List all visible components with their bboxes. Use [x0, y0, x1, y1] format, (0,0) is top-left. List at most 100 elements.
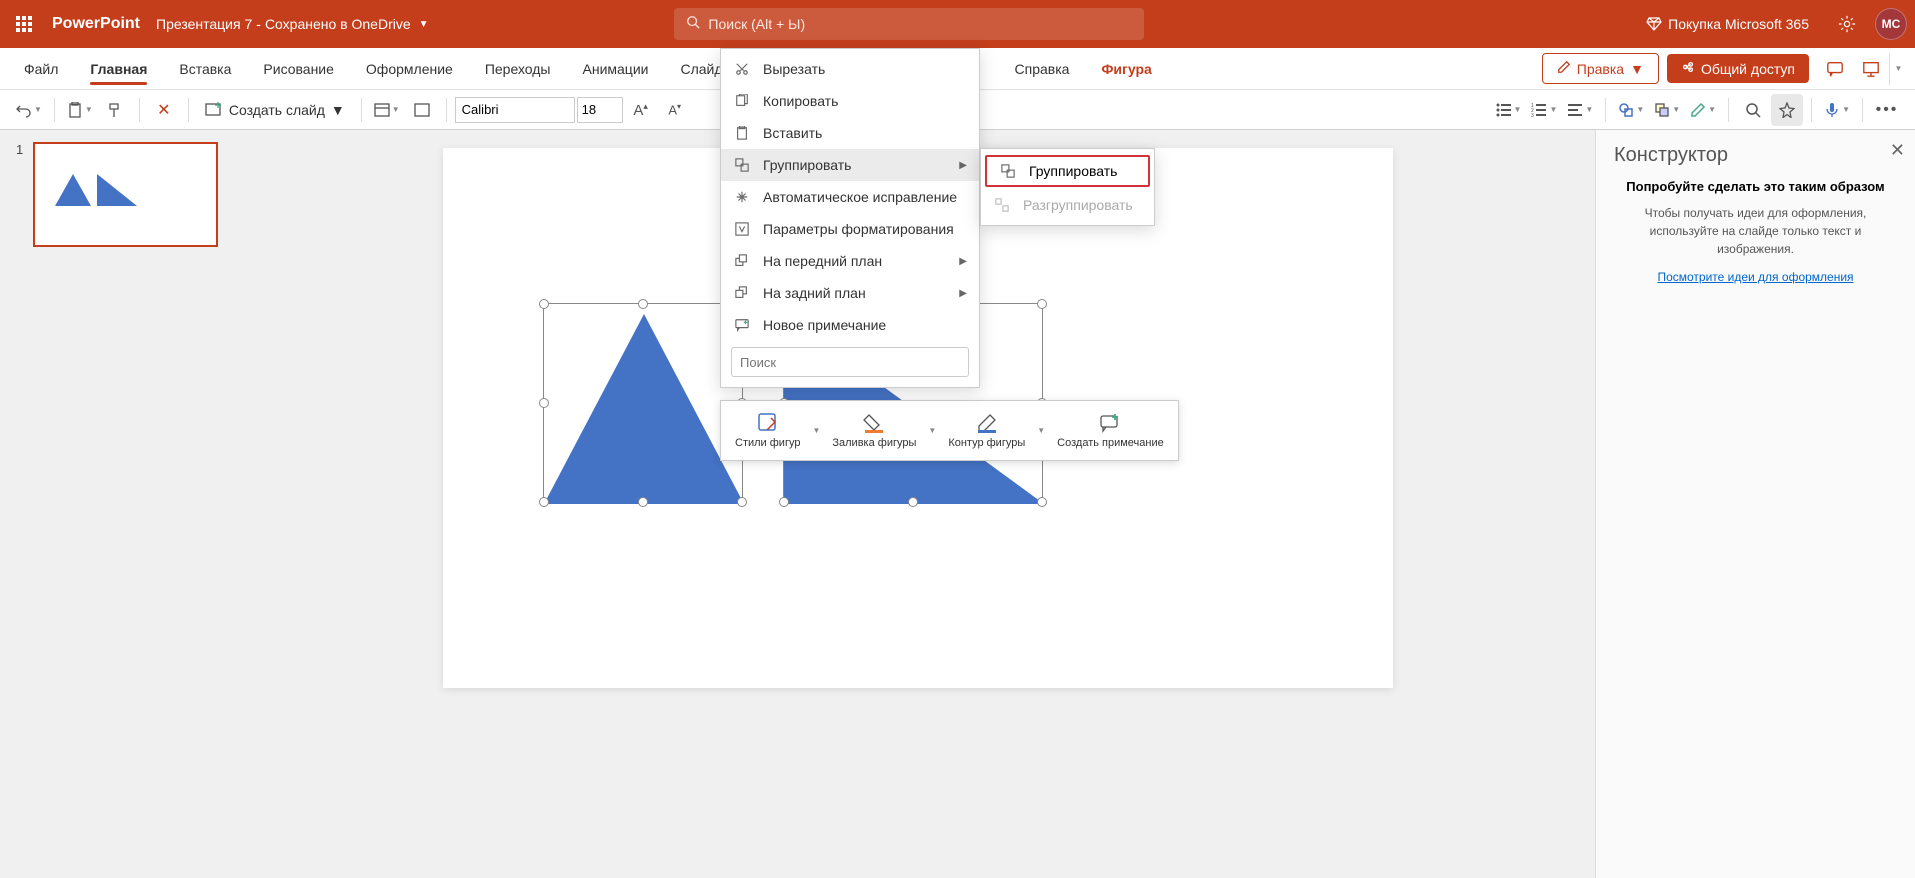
increase-font-button[interactable]: A▴: [625, 94, 657, 126]
tab-insert[interactable]: Вставка: [163, 51, 247, 87]
align-button[interactable]: ▼: [1563, 94, 1597, 126]
menu-new-comment-label: Новое примечание: [763, 317, 886, 333]
find-button[interactable]: [1737, 94, 1769, 126]
close-icon[interactable]: ✕: [1890, 140, 1905, 161]
edit-mode-button[interactable]: Правка ▼: [1542, 53, 1659, 84]
designer-title: Конструктор: [1614, 144, 1897, 167]
arrange-button[interactable]: ▼: [1650, 94, 1684, 126]
resize-handle[interactable]: [1037, 497, 1047, 507]
mini-new-comment[interactable]: Создать примечание: [1049, 407, 1172, 454]
comments-button[interactable]: [1817, 53, 1853, 85]
thumb-right-triangle-icon: [97, 174, 137, 206]
menu-autocorrect-label: Автоматическое исправление: [763, 189, 957, 205]
settings-icon[interactable]: [1831, 8, 1863, 40]
chevron-right-icon: ▶: [959, 160, 967, 171]
menu-bring-front[interactable]: На передний план ▶: [721, 245, 979, 277]
share-label: Общий доступ: [1701, 61, 1795, 77]
more-button[interactable]: •••: [1871, 94, 1903, 126]
submenu-group[interactable]: Группировать: [985, 155, 1150, 187]
mini-shape-styles-label: Стили фигур: [735, 437, 800, 450]
tab-animations[interactable]: Анимации: [567, 51, 665, 87]
paste-button[interactable]: ▼: [63, 94, 97, 126]
svg-text:3: 3: [1531, 113, 1534, 118]
chevron-down-icon[interactable]: ▼: [1033, 426, 1049, 435]
search-box[interactable]: [674, 8, 1144, 40]
resize-handle[interactable]: [1037, 299, 1047, 309]
menu-search-box[interactable]: [731, 347, 969, 377]
chevron-right-icon: ▶: [959, 288, 967, 299]
menu-format-options[interactable]: Параметры форматирования: [721, 213, 979, 245]
isoceles-triangle-shape: [544, 314, 744, 504]
menu-paste[interactable]: Вставить: [721, 117, 979, 149]
new-slide-label: Создать слайд: [229, 102, 325, 118]
search-input[interactable]: [708, 16, 1132, 32]
group-icon: [733, 156, 751, 174]
app-launcher-icon[interactable]: [8, 8, 40, 40]
menu-group[interactable]: Группировать ▶: [721, 149, 979, 181]
numbering-button[interactable]: 123▼: [1527, 94, 1561, 126]
shapes-button[interactable]: ▼: [1614, 94, 1648, 126]
group-submenu: Группировать Разгруппировать: [980, 148, 1155, 226]
format-painter-button[interactable]: [99, 94, 131, 126]
resize-handle[interactable]: [638, 299, 648, 309]
tab-design[interactable]: Оформление: [350, 51, 469, 87]
bring-front-icon: [733, 252, 751, 270]
chevron-down-icon[interactable]: ▼: [924, 426, 940, 435]
selected-shape-1[interactable]: [543, 303, 743, 503]
resize-handle[interactable]: [779, 497, 789, 507]
tab-draw[interactable]: Рисование: [247, 51, 350, 87]
bullets-button[interactable]: ▼: [1492, 94, 1526, 126]
resize-handle[interactable]: [908, 497, 918, 507]
share-button[interactable]: Общий доступ: [1667, 54, 1809, 83]
designer-ideas-link[interactable]: Посмотрите идеи для оформления: [1614, 270, 1897, 284]
reset-button[interactable]: [406, 94, 438, 126]
tab-shape[interactable]: Фигура: [1085, 51, 1167, 87]
paste-icon: [733, 124, 751, 142]
menu-cut[interactable]: Вырезать: [721, 53, 979, 85]
resize-handle[interactable]: [539, 398, 549, 408]
menu-copy[interactable]: Копировать: [721, 85, 979, 117]
shape-styles-button[interactable]: ▼: [1686, 94, 1720, 126]
layout-button[interactable]: ▼: [370, 94, 404, 126]
tab-help[interactable]: Справка: [999, 51, 1086, 87]
mini-toolbar: Стили фигур ▼ Заливка фигуры ▼ Контур фи…: [720, 400, 1179, 461]
present-button[interactable]: [1853, 53, 1889, 85]
shape-styles-icon: [756, 411, 780, 435]
menu-send-back[interactable]: На задний план ▶: [721, 277, 979, 309]
buy-premium-button[interactable]: Покупка Microsoft 365: [1636, 9, 1819, 40]
resize-handle[interactable]: [638, 497, 648, 507]
user-avatar[interactable]: MC: [1875, 8, 1907, 40]
font-select[interactable]: [455, 97, 575, 123]
tab-transitions[interactable]: Переходы: [469, 51, 567, 87]
mini-shape-styles[interactable]: Стили фигур: [727, 407, 808, 454]
delete-button[interactable]: ✕: [148, 94, 180, 126]
menu-copy-label: Копировать: [763, 93, 838, 109]
menu-bring-front-label: На передний план: [763, 253, 882, 269]
document-title[interactable]: Презентация 7 - Сохранено в OneDrive ▼: [156, 16, 429, 32]
title-bar: PowerPoint Презентация 7 - Сохранено в O…: [0, 0, 1915, 48]
menu-new-comment[interactable]: Новое примечание: [721, 309, 979, 341]
share-icon: [1681, 60, 1695, 77]
designer-subtitle: Попробуйте сделать это таким образом: [1614, 179, 1897, 194]
tab-home[interactable]: Главная: [74, 51, 163, 87]
undo-button[interactable]: ▼: [12, 94, 46, 126]
designer-button[interactable]: [1771, 94, 1803, 126]
chevron-down-icon[interactable]: ▼: [808, 426, 824, 435]
mini-shape-fill[interactable]: Заливка фигуры: [824, 407, 924, 454]
resize-handle[interactable]: [539, 497, 549, 507]
menu-search-input[interactable]: [731, 347, 969, 377]
present-chevron[interactable]: ▼: [1889, 53, 1907, 85]
ungroup-icon: [993, 196, 1011, 214]
resize-handle[interactable]: [737, 497, 747, 507]
menu-autocorrect[interactable]: Автоматическое исправление: [721, 181, 979, 213]
tab-file[interactable]: Файл: [8, 51, 74, 87]
dictate-button[interactable]: ▼: [1820, 94, 1854, 126]
font-size-select[interactable]: [577, 97, 623, 123]
outline-icon: [975, 411, 999, 435]
slide-thumbnail[interactable]: 1: [16, 142, 224, 247]
mini-shape-outline[interactable]: Контур фигуры: [940, 407, 1033, 454]
pencil-icon: [1557, 60, 1571, 77]
new-slide-button[interactable]: Создать слайд ▼: [197, 94, 353, 126]
resize-handle[interactable]: [539, 299, 549, 309]
decrease-font-button[interactable]: A▾: [659, 94, 691, 126]
